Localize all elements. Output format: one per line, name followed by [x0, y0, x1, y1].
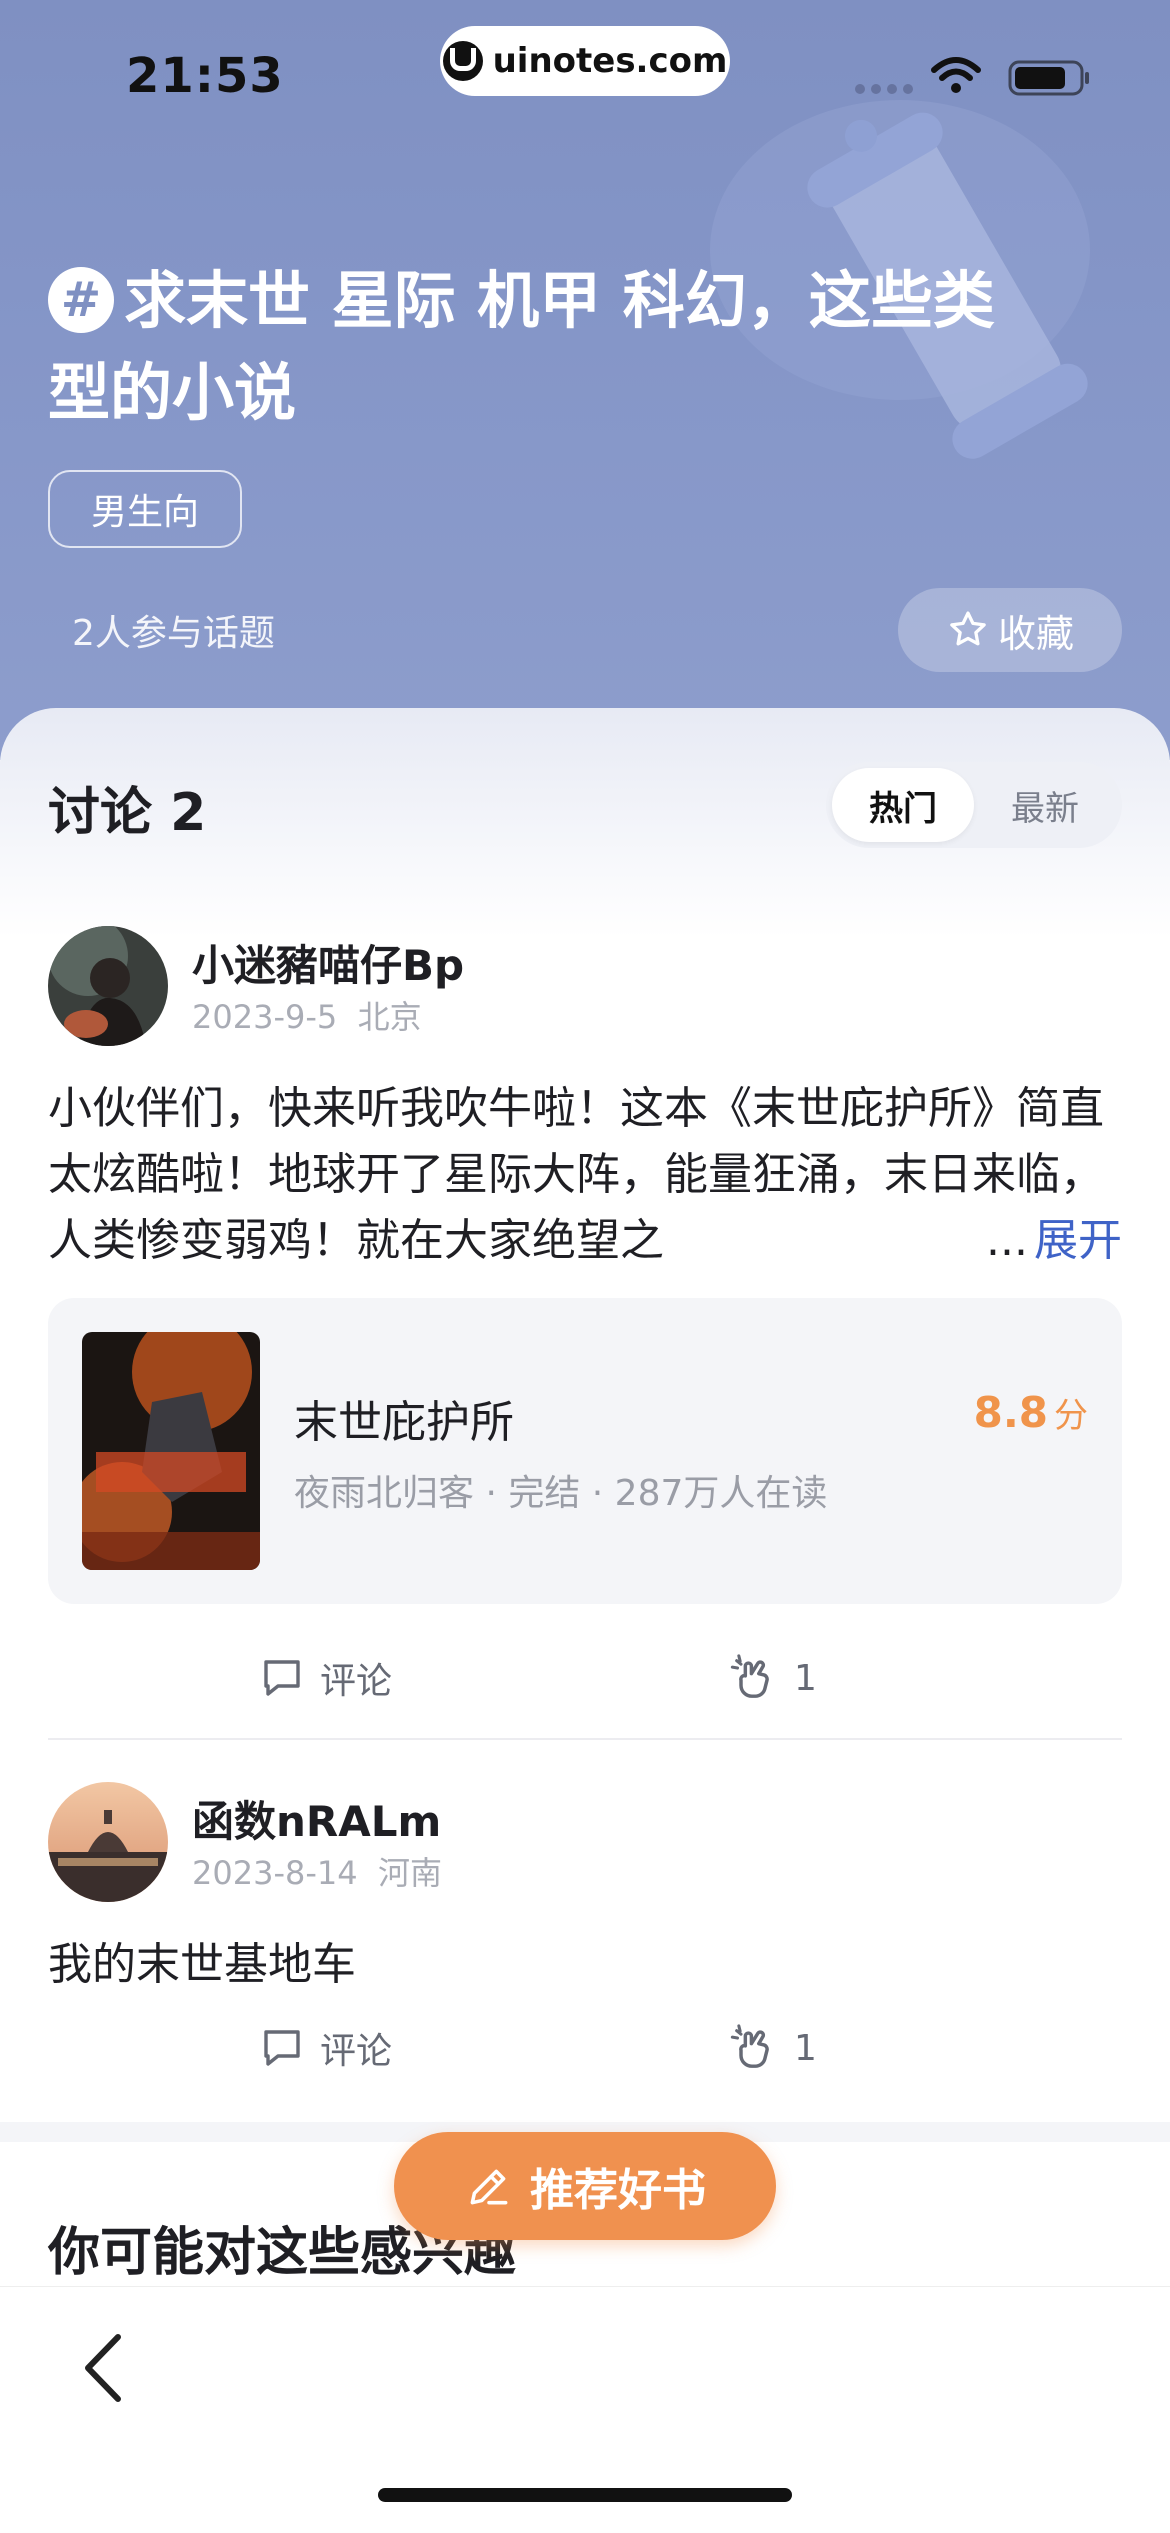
topic-title: # 求末世 星际 机甲 科幻，这些类型的小说 [48, 255, 1048, 439]
comment-label: 评论 [320, 1661, 393, 1702]
home-indicator [378, 2488, 792, 2502]
score-unit: 分 [1054, 1396, 1088, 1436]
book-meta: 夜雨北归客 · 完结 · 287万人在读 [294, 1473, 828, 1514]
post-text: 我的末世基地车 [48, 1939, 356, 1990]
back-arrow-icon[interactable] [74, 2323, 134, 2413]
signal-icon [855, 84, 913, 94]
recommend-book-button[interactable]: 推荐好书 [394, 2132, 776, 2240]
comment-label: 评论 [320, 2031, 393, 2072]
url-pill: uinotes.com [440, 26, 730, 96]
hand-gesture-icon [730, 2024, 769, 2068]
topic-tag[interactable]: 男生向 [48, 470, 242, 548]
post-location: 河南 [377, 1854, 442, 1892]
participants-count: 2人参与话题 [72, 613, 275, 654]
topic-title-text: 求末世 星际 机甲 科幻，这些类型的小说 [48, 264, 995, 429]
comment-icon [264, 2030, 300, 2066]
battery-icon [1008, 60, 1089, 96]
discussion-section: 讨论 2 热门 最新 小迷豬喵仔Bp 2023-9-5 北京 小伙伴们，快来听我… [0, 708, 1170, 2158]
status-time: 21:53 [126, 48, 284, 104]
favorite-label: 收藏 [997, 611, 1074, 656]
star-icon [950, 611, 986, 646]
expand-label: 展开 [1034, 1215, 1122, 1266]
username[interactable]: 小迷豬喵仔Bp [192, 932, 464, 993]
post-divider [48, 1738, 1122, 1740]
tab-hot[interactable]: 热门 [832, 768, 974, 842]
post-item: 小迷豬喵仔Bp 2023-9-5 北京 小伙伴们，快来听我吹牛啦！这本《末世庇护… [48, 926, 1122, 1706]
score-value: 8.8 [973, 1388, 1048, 1437]
post-item: 函数nRALm 2023-8-14 河南 我的末世基地车 评论 1 [48, 1782, 1122, 2122]
recommend-label: 推荐好书 [530, 2165, 706, 2216]
book-cover [82, 1332, 260, 1570]
hand-gesture-icon [730, 1654, 769, 1698]
username[interactable]: 函数nRALm [192, 1788, 441, 1849]
url-text: uinotes.com [492, 41, 728, 81]
discussion-title: 讨论 2 [48, 783, 207, 843]
pencil-icon [470, 2169, 508, 2205]
like-button[interactable]: 1 [728, 1638, 817, 1718]
comment-button[interactable]: 评论 [258, 2008, 392, 2088]
post-text: 小伙伴们，快来听我吹牛啦！这本《末世庇护所》简直太炫酷啦！地球开了星际大阵，能量… [48, 1083, 1104, 1266]
favorite-button[interactable]: 收藏 [898, 588, 1122, 672]
book-score: 8.8 分 [974, 1388, 1088, 1437]
book-card[interactable]: 末世庇护所 夜雨北归客 · 完结 · 287万人在读 8.8 分 [48, 1298, 1122, 1604]
status-bar: 21:53 uinotes.com [0, 0, 1170, 150]
post-location: 北京 [357, 998, 422, 1036]
post-actions: 评论 1 [48, 2008, 1122, 2088]
post-date: 2023-9-5 [192, 998, 338, 1036]
tab-latest[interactable]: 最新 [974, 768, 1116, 842]
wifi-icon [931, 57, 981, 93]
post-actions: 评论 1 [48, 1638, 1122, 1718]
post-date: 2023-8-14 [192, 1854, 358, 1892]
expand-link[interactable]: ... 展开 [972, 1208, 1122, 1274]
post-meta: 2023-9-5 北京 [192, 992, 422, 1038]
avatar[interactable] [48, 1782, 168, 1902]
post-meta: 2023-8-14 河南 [192, 1848, 442, 1894]
sort-toggle: 热门 最新 [826, 762, 1122, 848]
like-count: 1 [794, 2027, 817, 2069]
hashtag-icon: # [48, 267, 114, 333]
topic-header: 21:53 uinotes.com # 求末世 星际 机甲 科幻，这些类型的小说 … [0, 0, 1170, 760]
like-count: 1 [794, 1657, 817, 1699]
like-button[interactable]: 1 [728, 2008, 817, 2088]
uinotes-logo-icon [442, 41, 483, 81]
comment-icon [264, 1660, 300, 1696]
avatar[interactable] [48, 926, 168, 1046]
comment-button[interactable]: 评论 [258, 1638, 392, 1718]
book-title: 末世庇护所 [294, 1397, 514, 1448]
